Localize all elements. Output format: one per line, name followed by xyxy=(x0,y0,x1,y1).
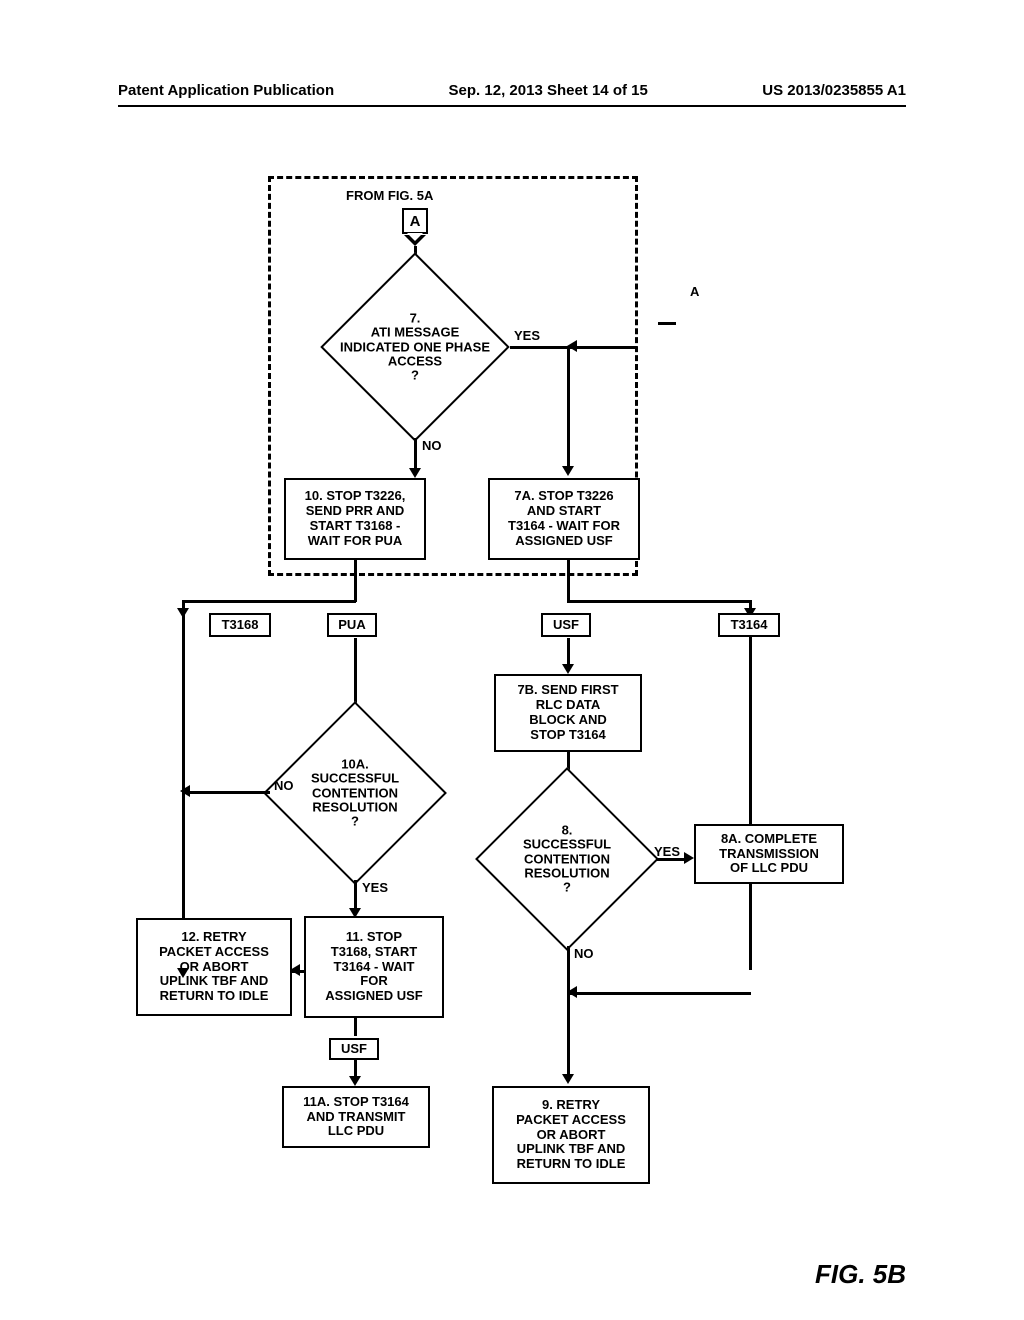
line-10-split xyxy=(354,560,357,602)
line-d7-10 xyxy=(414,438,417,472)
box-9-txt: 9. RETRY PACKET ACCESS OR ABORT UPLINK T… xyxy=(516,1098,626,1173)
arrow-t3164-in xyxy=(567,986,577,998)
d10a-txt: 10A. SUCCESSFUL CONTENTION RESOLUTION ? xyxy=(271,757,440,828)
d10a-yes: YES xyxy=(362,880,388,895)
decision-7-text: 7. ATI MESSAGE INDICATED ONE PHASE ACCES… xyxy=(328,311,502,382)
box-8a: 8A. COMPLETE TRANSMISSION OF LLC PDU xyxy=(694,824,844,884)
arrow-t3164b-12 xyxy=(290,964,300,976)
decision-7: 7. ATI MESSAGE INDICATED ONE PHASE ACCES… xyxy=(348,280,482,414)
arrow-usf2-11a xyxy=(349,1076,361,1086)
line-d8-no-h xyxy=(567,992,751,995)
d8-yes: YES xyxy=(654,844,680,859)
diagram-canvas: FROM FIG. 5A A 7. ATI MESSAGE INDICATED … xyxy=(118,160,906,1260)
arrow-usf-7b xyxy=(562,664,574,674)
box-12-txt: 12. RETRY PACKET ACCESS OR ABORT UPLINK … xyxy=(159,930,269,1005)
arrow-t3168-12-h xyxy=(177,968,189,978)
line-d7-yes xyxy=(510,346,568,349)
t3168: T3168 xyxy=(222,618,259,633)
d7-yes: YES xyxy=(514,328,540,343)
box-7a-txt: 7A. STOP T3226 AND START T3164 - WAIT FO… xyxy=(508,489,620,549)
line-7a-split xyxy=(567,560,570,602)
arrow-10 xyxy=(409,468,421,478)
callout-a: A xyxy=(690,284,699,299)
box-t3164: T3164 xyxy=(718,613,780,637)
box-11-txt: 11. STOP T3168, START T3164 - WAIT FOR A… xyxy=(325,930,423,1005)
arrow-d8-8a xyxy=(684,852,694,864)
box-7a: 7A. STOP T3226 AND START T3164 - WAIT FO… xyxy=(488,478,640,560)
box-8a-txt: 8A. COMPLETE TRANSMISSION OF LLC PDU xyxy=(719,832,819,877)
line-d8-no-v xyxy=(567,946,570,1078)
hdr-right: US 2013/0235855 A1 xyxy=(762,82,906,99)
d7-no: NO xyxy=(422,438,442,453)
decision-8: 8. SUCCESSFUL CONTENTION RESOLUTION ? xyxy=(502,794,632,924)
line-10-t3168 xyxy=(182,600,356,603)
pua: PUA xyxy=(338,618,365,633)
decision-10a: 10A. SUCCESSFUL CONTENTION RESOLUTION ? xyxy=(290,728,420,858)
line-11-usf2 xyxy=(354,1018,357,1036)
box-7b-txt: 7B. SEND FIRST RLC DATA BLOCK AND STOP T… xyxy=(517,683,618,743)
d10a-no: NO xyxy=(274,778,294,793)
box-11a-txt: 11A. STOP T3164 AND TRANSMIT LLC PDU xyxy=(303,1095,409,1140)
box-usf2: USF xyxy=(329,1038,379,1060)
box-10-txt: 10. STOP T3226, SEND PRR AND START T3168… xyxy=(305,489,406,549)
t3164: T3164 xyxy=(731,618,768,633)
line-d7-7a xyxy=(567,346,570,470)
d8-no: NO xyxy=(574,946,594,961)
arrow-t3168-dn xyxy=(177,608,189,618)
hdr-center: Sep. 12, 2013 Sheet 14 of 15 xyxy=(449,82,648,99)
callout-line xyxy=(658,322,676,325)
box-usf: USF xyxy=(541,613,591,637)
from-label: FROM FIG. 5A xyxy=(346,188,433,203)
line-t3164-down xyxy=(749,600,752,970)
connector-a: A xyxy=(402,208,428,234)
box-7b: 7B. SEND FIRST RLC DATA BLOCK AND STOP T… xyxy=(494,674,642,752)
line-7a-t3164 xyxy=(567,600,751,603)
arrow-7a xyxy=(562,466,574,476)
hdr-rule xyxy=(118,105,906,107)
usf: USF xyxy=(553,618,579,633)
d8-txt: 8. SUCCESSFUL CONTENTION RESOLUTION ? xyxy=(483,823,652,894)
box-10: 10. STOP T3226, SEND PRR AND START T3168… xyxy=(284,478,426,560)
box-9: 9. RETRY PACKET ACCESS OR ABORT UPLINK T… xyxy=(492,1086,650,1184)
box-11: 11. STOP T3168, START T3164 - WAIT FOR A… xyxy=(304,916,444,1018)
arrow-loop-into xyxy=(567,340,577,352)
figure-label: FIG. 5B xyxy=(815,1259,906,1290)
hdr-left: Patent Application Publication xyxy=(118,82,334,99)
arrow-d8-9 xyxy=(562,1074,574,1084)
line-loop-a xyxy=(567,346,637,349)
connector-a-text: A xyxy=(410,213,421,230)
usf2: USF xyxy=(341,1042,367,1057)
arrow-10a-no xyxy=(180,785,190,797)
box-t3168: T3168 xyxy=(209,613,271,637)
line-10a-no xyxy=(182,791,270,794)
box-11a: 11A. STOP T3164 AND TRANSMIT LLC PDU xyxy=(282,1086,430,1148)
box-pua: PUA xyxy=(327,613,377,637)
box-12: 12. RETRY PACKET ACCESS OR ABORT UPLINK … xyxy=(136,918,292,1016)
